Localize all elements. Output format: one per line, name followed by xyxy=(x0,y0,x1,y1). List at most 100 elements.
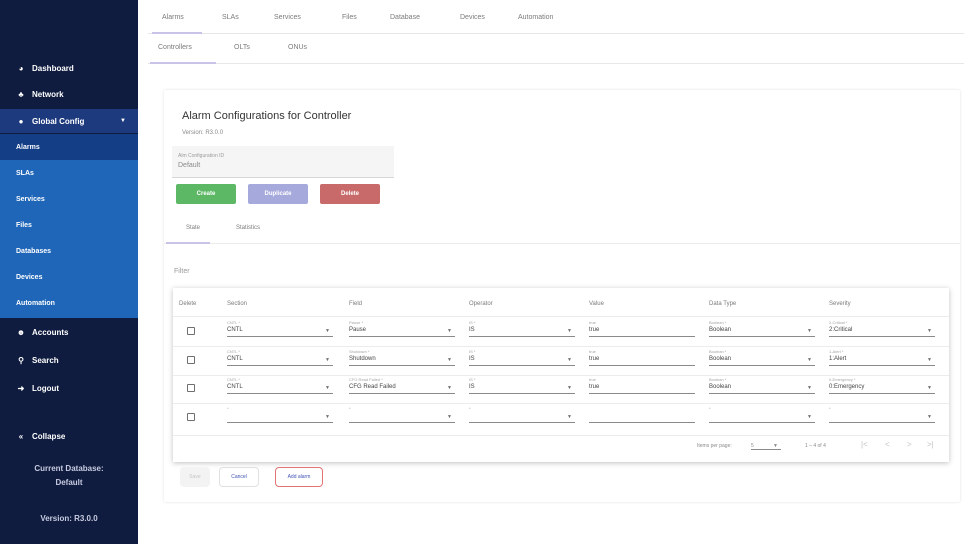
tab-onus[interactable]: ONUs xyxy=(288,44,307,51)
nav-dashboard[interactable]: ◕ Dashboard xyxy=(0,56,138,80)
add-alarm-button[interactable]: Add alarm xyxy=(275,467,323,487)
tab-alarms[interactable]: Alarms xyxy=(162,14,184,21)
dropdown-caret-icon: ▼ xyxy=(567,414,572,420)
nav-network[interactable]: ♣ Network xyxy=(0,82,138,106)
tab-statistics[interactable]: Statistics xyxy=(236,225,260,231)
field-underline xyxy=(349,422,455,423)
nav-network-label: Network xyxy=(32,89,64,99)
duplicate-button[interactable]: Duplicate xyxy=(248,184,308,204)
row-severity-value: 1:Alert xyxy=(829,356,847,362)
nav-logout-label: Logout xyxy=(32,383,60,393)
create-button[interactable]: Create xyxy=(176,184,236,204)
config-id-field[interactable]: Alm Configuration ID Default xyxy=(172,146,394,178)
tab-slas[interactable]: SLAs xyxy=(222,14,239,21)
row-value-label: true xyxy=(589,320,596,325)
sidebar-item-label: SLAs xyxy=(16,169,34,177)
caret-down-icon: ▼ xyxy=(120,118,126,124)
next-page-icon[interactable]: > xyxy=(907,440,912,449)
dropdown-caret-icon: ▼ xyxy=(927,357,932,363)
tab-files[interactable]: Files xyxy=(342,14,357,21)
col-header-severity[interactable]: Severity xyxy=(829,301,851,307)
dropdown-caret-icon: ▼ xyxy=(807,385,812,391)
tab-olts[interactable]: OLTs xyxy=(234,44,250,51)
field-underline xyxy=(829,336,935,337)
sidebar-item-alarms[interactable]: Alarms xyxy=(0,134,138,160)
dropdown-caret-icon: ▼ xyxy=(567,385,572,391)
tab-devices[interactable]: Devices xyxy=(460,14,485,21)
row-divider xyxy=(173,375,949,376)
field-underline xyxy=(589,365,695,366)
search-icon: ⚲ xyxy=(18,355,24,365)
row-section-value: CNTL xyxy=(227,327,243,333)
row-field-value: Pause xyxy=(349,327,367,333)
row-delete-checkbox[interactable] xyxy=(187,413,195,421)
sidebar-item-label: Databases xyxy=(16,247,52,255)
sidebar-item-devices[interactable]: Devices xyxy=(0,264,138,290)
dropdown-caret-icon: ▼ xyxy=(325,414,330,420)
field-underline xyxy=(829,422,935,423)
field-underline xyxy=(829,365,935,366)
items-per-page-label: Items per page: xyxy=(697,443,732,449)
field-underline xyxy=(469,393,575,394)
field-underline xyxy=(589,422,695,423)
dropdown-caret-icon: ▼ xyxy=(807,328,812,334)
dropdown-caret-icon: ▼ xyxy=(325,357,330,363)
sidebar-item-automation[interactable]: Automation xyxy=(0,290,138,316)
row-operator-label: IS * xyxy=(469,320,476,325)
dropdown-caret-icon: ▼ xyxy=(927,414,932,420)
dashboard-icon: ◕ xyxy=(18,63,24,73)
cancel-button[interactable]: Cancel xyxy=(219,467,259,487)
sidebar-item-slas[interactable]: SLAs xyxy=(0,160,138,186)
nav-accounts[interactable]: ☻ Accounts xyxy=(0,320,138,344)
sidebar: ◕ Dashboard ♣ Network ● Global Config ▼ … xyxy=(0,0,138,544)
row-delete-checkbox[interactable] xyxy=(187,384,195,392)
nav-logout[interactable]: ➜ Logout xyxy=(0,376,138,400)
row-value-value: true xyxy=(589,384,600,390)
dropdown-caret-icon: ▼ xyxy=(927,328,932,334)
row-field-label: Pause * xyxy=(349,320,364,325)
save-button[interactable]: Save xyxy=(180,467,210,487)
field-underline xyxy=(589,336,695,337)
sidebar-item-services[interactable]: Services xyxy=(0,186,138,212)
row-severity-label: * xyxy=(829,406,831,411)
col-header-field[interactable]: Field xyxy=(349,301,362,307)
filter-input[interactable]: Filter xyxy=(174,268,190,275)
tab-automation[interactable]: Automation xyxy=(518,14,553,21)
nav-global-config[interactable]: ● Global Config ▼ xyxy=(0,109,138,133)
col-header-operator[interactable]: Operator xyxy=(469,301,493,307)
page-title: Alarm Configurations for Controller xyxy=(182,110,352,122)
row-delete-checkbox[interactable] xyxy=(187,327,195,335)
row-operator-value: IS xyxy=(469,327,475,333)
sidebar-item-files[interactable]: Files xyxy=(0,212,138,238)
field-underline xyxy=(469,422,575,423)
first-page-icon[interactable]: |< xyxy=(861,440,868,449)
tab-controllers[interactable]: Controllers xyxy=(158,44,192,51)
field-underline xyxy=(227,336,333,337)
pager-divider xyxy=(173,435,949,436)
col-header-value[interactable]: Value xyxy=(589,301,604,307)
col-header-delete: Delete xyxy=(179,301,197,307)
sidebar-item-label: Files xyxy=(16,221,32,229)
nav-search[interactable]: ⚲ Search xyxy=(0,348,138,372)
row-delete-checkbox[interactable] xyxy=(187,356,195,364)
field-underline xyxy=(227,365,333,366)
last-page-icon[interactable]: >| xyxy=(927,440,934,449)
delete-button[interactable]: Delete xyxy=(320,184,380,204)
tab-state[interactable]: State xyxy=(186,225,200,231)
col-header-section[interactable]: Section xyxy=(227,301,247,307)
nav-global-config-label: Global Config xyxy=(32,116,85,126)
dropdown-caret-icon: ▼ xyxy=(447,328,452,334)
row-operator-label: IS * xyxy=(469,377,476,382)
row-section-label: CNTL * xyxy=(227,320,240,325)
config-id-value: Default xyxy=(178,162,201,169)
field-underline xyxy=(349,365,455,366)
sidebar-item-databases[interactable]: Databases xyxy=(0,238,138,264)
tab-database[interactable]: Database xyxy=(390,14,420,21)
nav-collapse[interactable]: « Collapse xyxy=(0,424,138,448)
col-header-datatype[interactable]: Data Type xyxy=(709,301,736,307)
tab-services[interactable]: Services xyxy=(274,14,301,21)
row-value-label: true xyxy=(589,349,596,354)
field-underline xyxy=(469,365,575,366)
prev-page-icon[interactable]: < xyxy=(885,440,890,449)
current-database-label: Current Database: xyxy=(34,464,104,473)
